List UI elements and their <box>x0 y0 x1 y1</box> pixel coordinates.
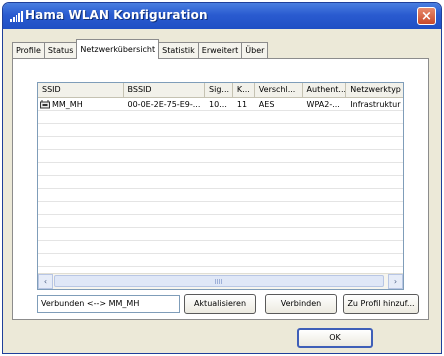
cell-bssid: 00-0E-2E-75-E9-... <box>127 100 201 109</box>
connection-status: Verbunden <--> MM_MH <box>37 295 180 313</box>
ssid-value: MM_MH <box>52 100 83 109</box>
window-title: Hama WLAN Konfiguration <box>25 8 208 22</box>
ok-button[interactable]: OK <box>297 328 373 348</box>
horizontal-scrollbar[interactable]: ‹ › <box>38 273 403 289</box>
tab-about[interactable]: Über <box>242 42 269 59</box>
close-icon: × <box>421 8 432 24</box>
dialog-window: Hama WLAN Konfiguration × Profile Status… <box>2 2 442 354</box>
add-to-profile-button[interactable]: Zu Profil hinzuf... <box>343 294 419 314</box>
column-header-bssid[interactable]: BSSID <box>124 83 206 97</box>
network-list[interactable]: SSID BSSID Sig... K... Verschl... Authen… <box>37 82 404 290</box>
tab-statistics[interactable]: Statistik <box>159 42 199 59</box>
close-button[interactable]: × <box>417 7 436 25</box>
column-header-ssid[interactable]: SSID <box>38 83 124 97</box>
column-header-authentication[interactable]: Authent... <box>303 83 347 97</box>
table-row[interactable]: MM_MH 00-0E-2E-75-E9-... 10... 11 AES WP… <box>38 98 403 111</box>
list-gridlines <box>38 98 403 273</box>
tab-network-overview[interactable]: Netzwerkübersicht <box>76 39 160 59</box>
chevron-left-icon: ‹ <box>43 277 48 286</box>
scroll-thumb[interactable] <box>54 275 384 287</box>
list-header: SSID BSSID Sig... K... Verschl... Authen… <box>38 83 403 98</box>
tab-panel: SSID BSSID Sig... K... Verschl... Authen… <box>12 58 429 320</box>
cell-ssid: MM_MH <box>38 98 124 111</box>
column-header-network-type[interactable]: Netzwerktyp <box>346 83 403 97</box>
chevron-right-icon: › <box>393 277 398 286</box>
cell-network-type: Infrastruktur <box>350 100 401 109</box>
scroll-track[interactable] <box>53 274 388 289</box>
connect-button[interactable]: Verbinden <box>265 294 337 314</box>
cell-channel: 11 <box>236 100 248 109</box>
column-header-channel[interactable]: K... <box>233 83 255 97</box>
scroll-left-button[interactable]: ‹ <box>38 274 53 289</box>
tab-profile[interactable]: Profile <box>12 42 45 59</box>
scroll-right-button[interactable]: › <box>388 274 403 289</box>
refresh-button[interactable]: Aktualisieren <box>184 294 256 314</box>
column-header-signal[interactable]: Sig... <box>205 83 233 97</box>
cell-signal: 10... <box>209 100 227 109</box>
tab-strip: Profile Status Netzwerkübersicht Statist… <box>12 39 269 59</box>
title-bar[interactable]: Hama WLAN Konfiguration × <box>3 3 441 29</box>
signal-bars-icon <box>10 10 23 22</box>
cell-authentication: WPA2-... <box>306 100 340 109</box>
grip-icon <box>215 279 223 284</box>
column-header-encryption[interactable]: Verschl... <box>255 83 303 97</box>
cell-encryption: AES <box>258 100 275 109</box>
wireless-network-icon <box>40 100 50 109</box>
tab-advanced[interactable]: Erweitert <box>198 42 243 59</box>
tab-status[interactable]: Status <box>44 42 78 59</box>
